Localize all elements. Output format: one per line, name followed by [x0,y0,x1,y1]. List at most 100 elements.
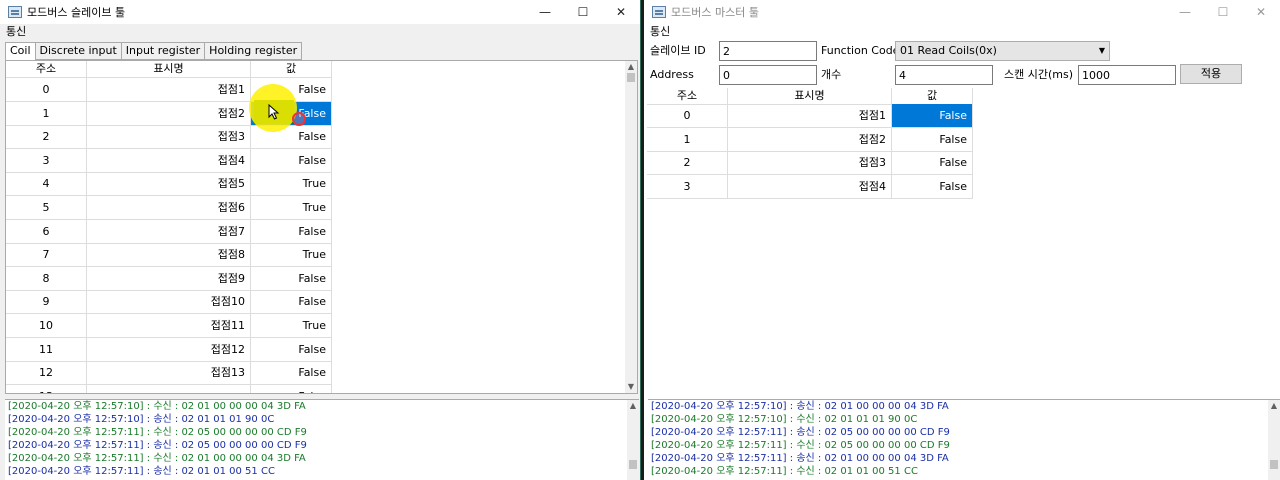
cell-name[interactable]: 접점10 [87,290,251,315]
slave-log-panel[interactable]: [2020-04-20 오후 12:57:10] : 수신 : 02 01 00… [5,399,639,480]
table-row[interactable]: 4 접점5 True [6,172,332,197]
cell-value[interactable]: False [251,266,332,291]
cell-address[interactable]: 2 [6,125,87,150]
cell-address[interactable]: 13 [6,384,87,393]
cell-name[interactable]: 접점12 [87,337,251,362]
cell-address[interactable]: 8 [6,266,87,291]
cell-address[interactable]: 1 [647,127,728,152]
cell-name[interactable]: 접점7 [87,219,251,244]
cell-value[interactable]: True [251,243,332,268]
cell-value[interactable]: False [251,219,332,244]
tab-coil[interactable]: Coil [5,42,36,61]
cell-name[interactable]: 접점1 [87,78,251,102]
cell-address[interactable]: 11 [6,337,87,362]
slave-id-input[interactable] [719,41,817,61]
tab-discrete-input[interactable]: Discrete input [34,42,122,60]
maximize-button[interactable]: ☐ [1204,0,1242,24]
cell-value[interactable]: False [892,127,973,152]
apply-button[interactable]: 적용 [1180,64,1242,84]
column-header-name[interactable]: 표시명 [728,88,892,105]
menu-communication[interactable]: 통신 [6,25,26,38]
cell-address[interactable]: 12 [6,361,87,386]
close-button[interactable]: ✕ [602,0,640,24]
maximize-button[interactable]: ☐ [564,0,602,24]
scroll-up-icon[interactable]: ▲ [627,400,639,412]
cell-value[interactable]: True [251,196,332,220]
cell-address[interactable]: 10 [6,314,87,338]
master-log-scrollbar[interactable]: ▲ [1268,400,1280,480]
scroll-up-icon[interactable]: ▲ [625,61,637,73]
scroll-down-icon[interactable]: ▼ [625,381,637,393]
cell-name[interactable]: 접점4 [87,148,251,173]
cell-address[interactable]: 2 [647,151,728,176]
cell-name[interactable]: 접점13 [87,361,251,386]
cell-name[interactable]: 접점2 [728,127,892,152]
scroll-thumb[interactable] [629,460,637,469]
tab-input-register[interactable]: Input register [120,42,206,60]
cell-name[interactable]: 접점3 [87,125,251,150]
cell-address[interactable]: 7 [6,243,87,268]
table-row[interactable]: 2 접점3 False [647,151,973,176]
cell-address[interactable]: 9 [6,290,87,315]
table-row[interactable]: 9 접점10 False [6,290,332,315]
tab-holding-register[interactable]: Holding register [204,42,303,60]
cell-value[interactable]: True [251,172,332,197]
scroll-up-icon[interactable]: ▲ [1268,400,1280,412]
slave-log-scrollbar[interactable]: ▲ [627,400,639,480]
table-row[interactable]: 11 접점12 False [6,337,332,362]
master-log-panel[interactable]: [2020-04-20 오후 12:57:10] : 송신 : 02 01 00… [648,399,1280,480]
cell-address[interactable]: 5 [6,196,87,220]
menu-communication[interactable]: 통신 [650,25,670,38]
master-titlebar[interactable]: 모드버스 마스터 툴 — ☐ ✕ [644,0,1280,24]
cell-value[interactable]: False [251,361,332,386]
cell-value[interactable]: False [251,148,332,173]
table-row[interactable]: 6 접점7 False [6,219,332,244]
minimize-button[interactable]: — [1166,0,1204,24]
table-row[interactable]: 12 접점13 False [6,361,332,386]
cell-name[interactable] [87,384,251,393]
cell-value[interactable]: True [251,314,332,338]
cell-value[interactable]: False [251,384,332,393]
close-button[interactable]: ✕ [1242,0,1280,24]
slave-grid-scrollbar[interactable]: ▲ ▼ [625,61,637,393]
slave-titlebar[interactable]: 모드버스 슬레이브 툴 — ☐ ✕ [0,0,640,24]
cell-address[interactable]: 0 [6,78,87,102]
cell-address[interactable]: 1 [6,101,87,126]
cell-name[interactable]: 접점8 [87,243,251,268]
cell-value[interactable]: False [251,290,332,315]
slave-data-grid[interactable]: 주소 표시명 값 0 접점1 False 1 접점2 False 2 접점3 False 3 접점4… [5,60,638,394]
table-row[interactable]: 10 접점11 True [6,314,332,338]
column-header-value[interactable]: 값 [892,88,973,105]
table-row[interactable]: 3 접점4 False [647,174,973,199]
scroll-thumb[interactable] [1270,460,1278,469]
column-header-name[interactable]: 표시명 [87,61,251,78]
table-row[interactable]: 0 접점1 False [647,104,973,128]
cell-name[interactable]: 접점6 [87,196,251,220]
column-header-value[interactable]: 값 [251,61,332,78]
scroll-thumb[interactable] [627,73,635,82]
cell-value[interactable]: False [892,104,973,128]
table-row[interactable]: 8 접점9 False [6,266,332,291]
table-row[interactable]: 1 접점2 False [647,127,973,152]
table-row[interactable]: 13 False [6,384,332,393]
cell-name[interactable]: 접점4 [728,174,892,199]
cell-value[interactable]: False [892,174,973,199]
table-row[interactable]: 7 접점8 True [6,243,332,268]
cell-address[interactable]: 0 [647,104,728,128]
cell-address[interactable]: 3 [647,174,728,199]
cell-name[interactable]: 접점2 [87,101,251,126]
cell-address[interactable]: 3 [6,148,87,173]
column-header-address[interactable]: 주소 [6,61,87,78]
scan-time-input[interactable] [1078,65,1176,85]
cell-address[interactable]: 6 [6,219,87,244]
cell-name[interactable]: 접점9 [87,266,251,291]
address-input[interactable] [719,65,817,85]
column-header-address[interactable]: 주소 [647,88,728,105]
master-data-grid[interactable]: 주소 표시명 값 0 접점1 False 1 접점2 False 2 접점3 False 3 접점4… [647,88,1280,396]
cell-address[interactable]: 4 [6,172,87,197]
cell-name[interactable]: 접점3 [728,151,892,176]
table-row[interactable]: 3 접점4 False [6,148,332,173]
cell-value[interactable]: False [251,337,332,362]
table-row[interactable]: 5 접점6 True [6,196,332,220]
count-input[interactable] [895,65,993,85]
